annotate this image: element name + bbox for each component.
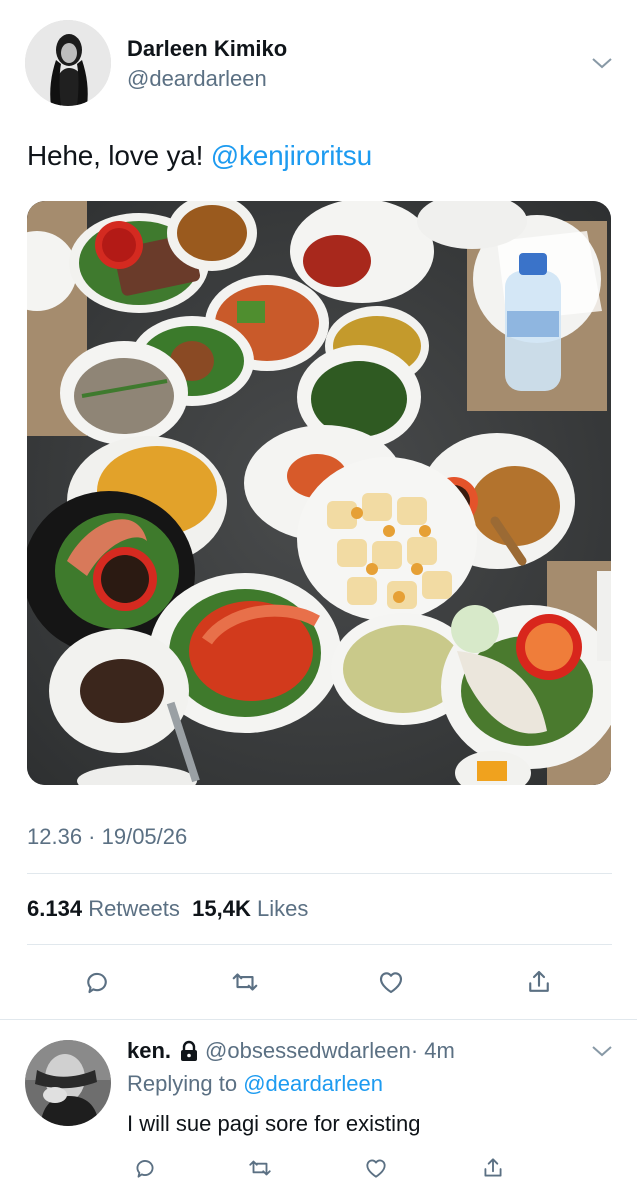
share-icon[interactable] [475,1150,511,1186]
like-count: 15,4K [192,896,251,921]
reply-time: · 4m [410,1038,455,1063]
reply-header: ken. @obsessedwdarleen · 4m [127,1038,455,1064]
share-icon[interactable] [521,964,557,1000]
replying-to-link[interactable]: @deardarleen [243,1071,383,1096]
retweet-label: Retweets [88,896,180,921]
tweet-timestamp[interactable]: 12.36 · 19/05/26 [27,824,187,850]
chevron-down-icon[interactable] [591,56,613,70]
author-name[interactable]: Darleen Kimiko [127,36,287,62]
reply-icon[interactable] [127,1150,163,1186]
tweet-text-body: Hehe, love ya! [27,140,211,171]
replying-to-line: Replying to @deardarleen [127,1071,383,1097]
tweet-image[interactable] [27,201,611,785]
retweet-count-link[interactable]: 6.134 Retweets [27,896,180,921]
divider [27,944,612,945]
retweet-icon[interactable] [227,964,263,1000]
retweet-icon[interactable] [242,1150,278,1186]
mention-link[interactable]: @kenjiroritsu [211,140,372,171]
like-icon[interactable] [358,1150,394,1186]
author-handle[interactable]: @deardarleen [127,66,267,92]
like-label: Likes [256,896,309,921]
like-icon[interactable] [373,964,409,1000]
author-avatar[interactable] [25,20,111,106]
tweet-text: Hehe, love ya! @kenjiroritsu [27,140,372,172]
lock-icon [179,1040,199,1062]
reply-avatar[interactable] [25,1040,111,1126]
replying-prefix: Replying to [127,1071,238,1096]
tweet-stats: 6.134 Retweets 15,4K Likes [27,896,308,922]
chevron-down-icon[interactable] [591,1044,613,1058]
divider [27,873,612,874]
reply-text: I will sue pagi sore for existing [127,1111,421,1136]
divider [0,1019,637,1020]
reply-author-name[interactable]: ken. [127,1038,171,1064]
reply-author-handle[interactable]: @obsessedwdarleen [205,1038,411,1064]
like-count-link[interactable]: 15,4K Likes [192,896,308,921]
retweet-count: 6.134 [27,896,83,921]
reply-icon[interactable] [79,964,115,1000]
